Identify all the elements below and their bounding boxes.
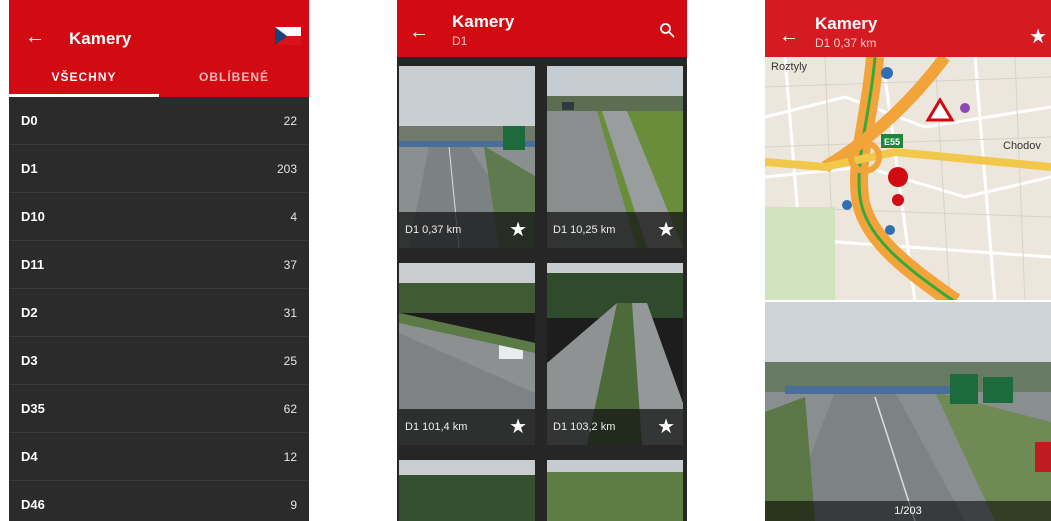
page-title: Kamery (452, 12, 515, 31)
tab-all[interactable]: VŠECHNY (9, 58, 159, 97)
road-name: D0 (21, 113, 38, 128)
road-name: D46 (21, 497, 45, 512)
page-subtitle: D1 (452, 34, 468, 48)
list-item[interactable]: D4 12 (9, 433, 309, 481)
czech-flag-icon[interactable] (275, 27, 301, 45)
camera-label: D1 10,25 km (553, 224, 616, 236)
star-icon[interactable]: ★ (657, 417, 675, 437)
arrow-left-icon[interactable]: ← (25, 27, 45, 47)
arrow-left-icon[interactable]: ← (409, 22, 429, 42)
road-list: D0 22 D1 203 D10 4 D11 37 D2 31 D3 25 D35 62 D4… (9, 97, 309, 521)
camera-count: 37 (283, 257, 297, 272)
star-icon[interactable]: ★ (657, 220, 675, 240)
camera-snapshot (399, 460, 535, 521)
camera-snapshot (547, 460, 683, 521)
list-item[interactable]: D35 62 (9, 385, 309, 433)
list-item[interactable]: D11 37 (9, 241, 309, 289)
list-item[interactable]: D1 203 (9, 145, 309, 193)
camera-caption: D1 103,2 km ★ (547, 409, 683, 445)
camera-tile[interactable] (399, 460, 535, 521)
camera-grid-screen: ← Kamery D1 D1 0,37 km ★ D1 10,25 km ★ D… (397, 0, 687, 521)
camera-count: 9 (290, 497, 297, 512)
road-name: D3 (21, 353, 38, 368)
camera-tile[interactable]: D1 10,25 km ★ (547, 66, 683, 248)
camera-count: 62 (283, 401, 297, 416)
tab-bar: VŠECHNY OBLÍBENÉ (9, 58, 309, 97)
list-item[interactable]: D2 31 (9, 289, 309, 337)
road-name: D4 (21, 449, 38, 464)
camera-label: D1 0,37 km (405, 224, 462, 236)
search-icon[interactable] (659, 22, 675, 38)
page-title: Kamery (69, 29, 132, 48)
app-bar: ← Kamery D1 0,37 km ★ (765, 0, 1051, 57)
camera-label: D1 103,2 km (553, 421, 616, 433)
camera-list-screen: ← Kamery VŠECHNY OBLÍBENÉ D0 22 D1 203 D10… (9, 0, 309, 521)
camera-count: 12 (283, 449, 297, 464)
camera-detail-screen: E55 Roztyly Chodov ← Kamery D1 0,37 km ★… (765, 0, 1051, 521)
road-name: D1 (21, 161, 38, 176)
list-item[interactable]: D46 9 (9, 481, 309, 521)
list-item[interactable]: D10 4 (9, 193, 309, 241)
camera-caption: D1 0,37 km ★ (399, 212, 535, 248)
star-icon[interactable]: ★ (509, 220, 527, 240)
arrow-left-icon[interactable]: ← (779, 26, 799, 46)
road-name: D10 (21, 209, 45, 224)
page-subtitle: D1 0,37 km (815, 36, 877, 50)
camera-tile[interactable]: D1 0,37 km ★ (399, 66, 535, 248)
tab-favorites[interactable]: OBLÍBENÉ (159, 58, 309, 97)
camera-count: 25 (283, 353, 297, 368)
camera-viewer[interactable]: 1/203 (765, 302, 1051, 521)
star-icon[interactable]: ★ (1029, 24, 1047, 49)
list-item[interactable]: D0 22 (9, 97, 309, 145)
camera-count: 4 (290, 209, 297, 224)
map-label-roztyly: Roztyly (771, 61, 808, 73)
road-name: D11 (21, 257, 45, 272)
road-sign-label: E55 (884, 137, 900, 147)
camera-count: 22 (283, 113, 297, 128)
camera-caption: D1 101,4 km ★ (399, 409, 535, 445)
camera-snapshot (765, 302, 1051, 521)
camera-tile[interactable] (547, 460, 683, 521)
camera-tile[interactable]: D1 103,2 km ★ (547, 263, 683, 445)
star-icon[interactable]: ★ (509, 417, 527, 437)
camera-caption: D1 10,25 km ★ (547, 212, 683, 248)
map-view[interactable]: E55 (765, 57, 1051, 302)
page-title: Kamery (815, 14, 878, 33)
road-name: D35 (21, 401, 45, 416)
app-bar: ← Kamery D1 (397, 0, 687, 57)
app-bar: ← Kamery VŠECHNY OBLÍBENÉ (9, 0, 309, 97)
camera-count: 203 (276, 161, 297, 176)
road-name: D2 (21, 305, 38, 320)
map-label-chodov: Chodov (1003, 140, 1041, 152)
camera-tile[interactable]: D1 101,4 km ★ (399, 263, 535, 445)
list-item[interactable]: D3 25 (9, 337, 309, 385)
camera-count: 31 (283, 305, 297, 320)
pager: 1/203 (765, 501, 1051, 521)
camera-label: D1 101,4 km (405, 421, 468, 433)
